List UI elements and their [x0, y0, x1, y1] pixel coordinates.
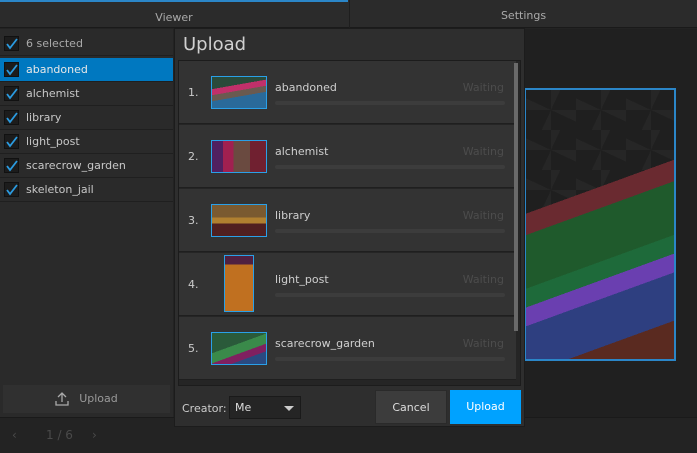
sidebar-item[interactable]: scarecrow_garden — [0, 154, 173, 178]
scrollbar[interactable] — [514, 63, 518, 331]
sidebar-item-label: alchemist — [26, 87, 80, 100]
upload-item: 4. light_post Waiting — [179, 253, 516, 316]
item-name: library — [275, 209, 311, 222]
item-status: Waiting — [462, 273, 504, 286]
sidebar-item[interactable]: skeleton_jail — [0, 178, 173, 202]
item-status: Waiting — [462, 337, 504, 350]
creator-label: Creator: — [182, 402, 227, 415]
upload-item: 5. scarecrow_garden Waiting — [179, 317, 516, 380]
upload-item: 1. abandoned Waiting — [179, 61, 516, 124]
progress-bar — [275, 293, 505, 297]
item-thumbnail — [211, 332, 267, 365]
tab-viewer[interactable]: Viewer — [0, 0, 348, 28]
page-indicator: 1 / 6 — [46, 428, 73, 442]
progress-bar — [275, 165, 505, 169]
checkbox-checked-icon[interactable] — [4, 182, 19, 197]
item-status: Waiting — [462, 209, 504, 222]
item-name: scarecrow_garden — [275, 337, 375, 350]
model-render — [526, 160, 674, 359]
item-name: alchemist — [275, 145, 329, 158]
prev-page-button[interactable]: ‹ — [12, 428, 17, 442]
checkbox-checked-icon[interactable] — [4, 62, 19, 77]
upload-icon — [55, 392, 69, 406]
checkbox-checked-icon[interactable] — [4, 86, 19, 101]
creator-value: Me — [235, 401, 252, 414]
upload-item: 3. library Waiting — [179, 189, 516, 252]
sidebar-item-label: abandoned — [26, 63, 88, 76]
upload-item: 2. alchemist Waiting — [179, 125, 516, 188]
item-thumbnail — [211, 76, 267, 109]
progress-bar — [275, 229, 505, 233]
creator-dropdown[interactable]: Me — [229, 396, 301, 419]
item-thumbnail — [211, 140, 267, 173]
progress-bar — [275, 357, 505, 361]
chevron-down-icon — [284, 406, 294, 411]
tab-bar: Viewer Settings — [0, 0, 697, 28]
upload-button[interactable]: Upload — [450, 390, 521, 424]
progress-bar — [275, 101, 505, 105]
item-thumbnail — [211, 204, 267, 237]
item-number: 3. — [188, 214, 199, 227]
next-page-button[interactable]: › — [92, 428, 97, 442]
item-number: 5. — [188, 342, 199, 355]
checkbox-checked-icon[interactable] — [4, 36, 19, 51]
sidebar-item[interactable]: library — [0, 106, 173, 130]
selected-count: 6 selected — [26, 37, 83, 50]
item-name: light_post — [275, 273, 329, 286]
sidebar-item[interactable]: alchemist — [0, 82, 173, 106]
sidebar-item[interactable]: light_post — [0, 130, 173, 154]
sidebar-item-label: light_post — [26, 135, 80, 148]
item-name: abandoned — [275, 81, 337, 94]
sidebar-item[interactable]: abandoned — [0, 58, 173, 82]
item-number: 2. — [188, 150, 199, 163]
sidebar-item-label: scarecrow_garden — [26, 159, 126, 172]
model-preview-frame[interactable] — [524, 88, 676, 361]
sidebar-item-label: library — [26, 111, 62, 124]
checkbox-checked-icon[interactable] — [4, 110, 19, 125]
sidebar: 6 selected abandoned alchemist library ligh… — [0, 29, 173, 417]
tab-settings[interactable]: Settings — [349, 0, 697, 28]
dialog-title: Upload — [183, 34, 247, 55]
item-status: Waiting — [462, 145, 504, 158]
upload-list: 1. abandoned Waiting 2. alchemist Waiting 3. li… — [178, 60, 521, 386]
item-status: Waiting — [462, 81, 504, 94]
checkbox-checked-icon[interactable] — [4, 158, 19, 173]
upload-label: Upload — [79, 392, 118, 405]
select-all-row[interactable]: 6 selected — [0, 32, 173, 56]
item-number: 1. — [188, 86, 199, 99]
cancel-button[interactable]: Cancel — [375, 390, 447, 424]
item-number: 4. — [188, 278, 199, 291]
sidebar-upload-button[interactable]: Upload — [3, 385, 170, 413]
upload-dialog: Upload 1. abandoned Waiting 2. alchemist Wait… — [174, 28, 525, 427]
sidebar-item-label: skeleton_jail — [26, 183, 94, 196]
item-thumbnail — [224, 255, 254, 312]
checkbox-checked-icon[interactable] — [4, 134, 19, 149]
